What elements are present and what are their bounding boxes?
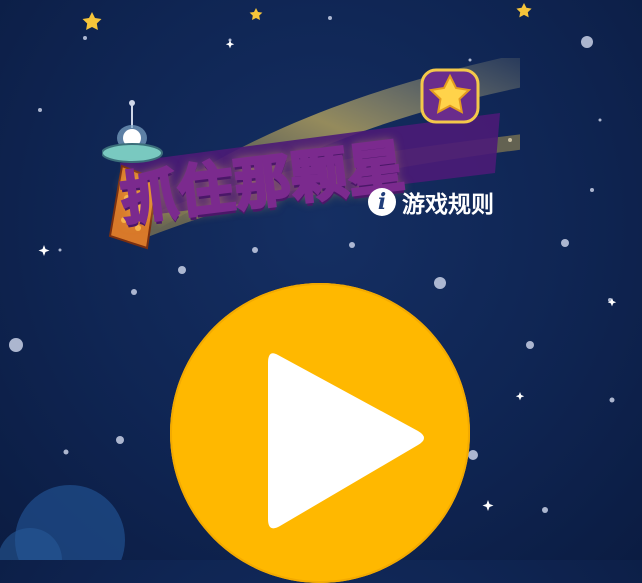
star-icon <box>420 68 480 124</box>
play-button[interactable] <box>170 283 470 583</box>
play-icon <box>268 353 424 529</box>
info-icon: i <box>368 188 396 216</box>
game-rules-label: 游戏规则 <box>402 192 494 218</box>
game-title-logo: 抓住那颗星 <box>100 58 520 268</box>
game-rules-link[interactable]: i 游戏规则 <box>368 185 494 219</box>
